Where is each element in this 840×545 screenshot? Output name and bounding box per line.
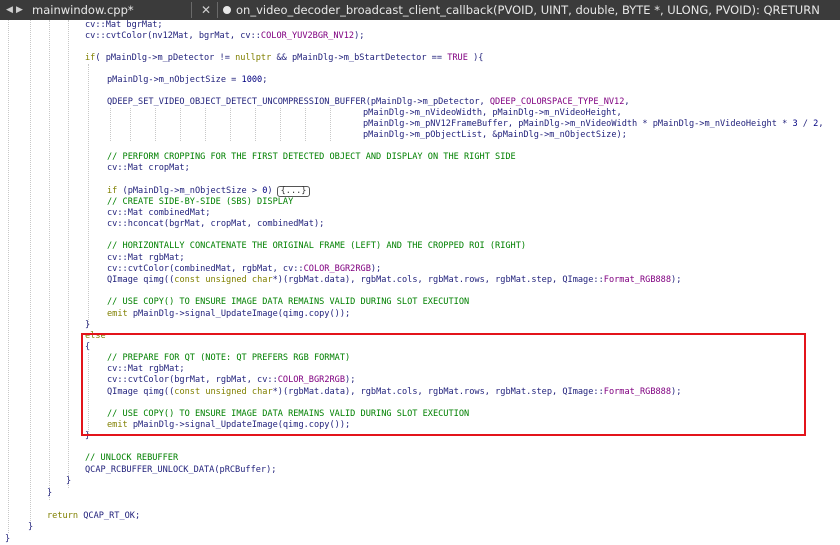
code-comment-line[interactable]: // USE COPY() TO ENSURE IMAGE DATA REMAI… xyxy=(107,297,469,308)
code-line[interactable]: cv::hconcat(bgrMat, cropMat, combinedMat… xyxy=(107,219,324,230)
code-line[interactable]: } xyxy=(28,522,33,533)
code-line[interactable]: cv::cvtColor(bgrMat, rgbMat, cv::COLOR_B… xyxy=(107,375,355,386)
indent-guide-line xyxy=(180,108,181,141)
collapsed-block-marker[interactable]: {...} xyxy=(276,186,311,197)
tab-separator xyxy=(191,2,192,18)
code-line[interactable]: QCAP_RCBUFFER_UNLOCK_DATA(pRCBuffer); xyxy=(85,465,276,476)
indent-guide-line xyxy=(49,20,50,500)
indent-guide-line xyxy=(68,20,69,488)
code-line[interactable]: } xyxy=(85,431,90,442)
code-line[interactable]: return QCAP_RT_OK; xyxy=(47,511,140,522)
indent-guide-line xyxy=(230,108,231,141)
code-line[interactable]: cv::Mat bgrMat; xyxy=(85,20,163,31)
indent-guide-line xyxy=(130,108,131,141)
document-forward-icon[interactable]: ▶ xyxy=(16,0,28,20)
indent-guide-line xyxy=(30,20,31,523)
editor-tab-bar: ◀ ▶ mainwindow.cpp* ✕ on_video_decoder_b… xyxy=(0,0,840,20)
tab-separator xyxy=(217,2,218,18)
code-comment-line[interactable]: // PREPARE FOR QT (NOTE: QT PREFERS RGB … xyxy=(107,353,350,364)
code-line[interactable]: cv::Mat rgbMat; xyxy=(107,364,185,375)
code-line[interactable]: cv::cvtColor(combinedMat, rgbMat, cv::CO… xyxy=(107,264,381,275)
function-selector[interactable]: on_video_decoder_broadcast_client_callba… xyxy=(236,0,820,20)
indent-guide-line xyxy=(88,353,89,436)
code-comment-line[interactable]: // USE COPY() TO ENSURE IMAGE DATA REMAI… xyxy=(107,409,469,420)
indent-guide-line xyxy=(255,108,256,141)
close-file-icon[interactable]: ✕ xyxy=(201,0,211,20)
code-line[interactable]: else xyxy=(85,331,106,342)
indent-guide-line xyxy=(330,108,331,141)
code-comment-line[interactable]: // PERFORM CROPPING FOR THE FIRST DETECT… xyxy=(107,152,516,163)
code-line[interactable]: pMainDlg->m_pObjectList, &pMainDlg->m_nO… xyxy=(363,130,627,141)
code-line[interactable]: } xyxy=(66,476,71,487)
code-line[interactable]: pMainDlg->m_nVideoWidth, pMainDlg->m_nVi… xyxy=(363,108,622,119)
code-line[interactable]: pMainDlg->m_pNV12FrameBuffer, pMainDlg->… xyxy=(363,119,824,130)
indent-guide-line xyxy=(88,64,89,326)
code-line[interactable]: QImage qimg((const unsigned char*)(rgbMa… xyxy=(107,275,681,286)
code-line[interactable]: cv::Mat combinedMat; xyxy=(107,208,210,219)
file-tab-label[interactable]: mainwindow.cpp* xyxy=(32,0,134,20)
code-line[interactable]: QImage qimg((const unsigned char*)(rgbMa… xyxy=(107,387,681,398)
code-line[interactable]: QDEEP_SET_VIDEO_OBJECT_DETECT_UNCOMPRESS… xyxy=(107,97,630,108)
indent-guide-line xyxy=(305,108,306,141)
code-line[interactable]: cv::Mat cropMat; xyxy=(107,163,190,174)
code-line[interactable]: if( pMainDlg->m_pDetector != nullptr && … xyxy=(85,53,483,64)
code-line[interactable]: } xyxy=(85,320,90,331)
code-line[interactable]: pMainDlg->m_nObjectSize = 1000; xyxy=(107,75,267,86)
code-comment-line[interactable]: // HORIZONTALLY CONCATENATE THE ORIGINAL… xyxy=(107,241,526,252)
code-comment-line[interactable]: // UNLOCK REBUFFER xyxy=(85,453,178,464)
symbol-marker-icon xyxy=(223,6,231,14)
code-line[interactable]: if (pMainDlg->m_nObjectSize > 0) {...} xyxy=(107,186,311,197)
code-line[interactable]: } xyxy=(47,488,52,499)
code-line[interactable]: emit pMainDlg->signal_UpdateImage(qimg.c… xyxy=(107,309,350,320)
indent-guide-line xyxy=(205,108,206,141)
indent-guide-line xyxy=(110,108,111,141)
code-line[interactable]: cv::cvtColor(nv12Mat, bgrMat, cv::COLOR_… xyxy=(85,31,364,42)
code-line[interactable]: } xyxy=(5,534,10,545)
document-dropdown-icon[interactable]: ◀ xyxy=(6,0,16,20)
indent-guide-line xyxy=(8,20,9,533)
code-line[interactable]: emit pMainDlg->signal_UpdateImage(qimg.c… xyxy=(107,420,350,431)
code-line[interactable]: cv::Mat rgbMat; xyxy=(107,253,185,264)
code-editor[interactable]: cv::Mat bgrMat; cv::cvtColor(nv12Mat, bgr… xyxy=(0,20,840,545)
code-line[interactable]: { xyxy=(85,342,90,353)
indent-guide-line xyxy=(280,108,281,141)
indent-guide-line xyxy=(155,108,156,141)
code-comment-line[interactable]: // CREATE SIDE-BY-SIDE (SBS) DISPLAY xyxy=(107,197,293,208)
